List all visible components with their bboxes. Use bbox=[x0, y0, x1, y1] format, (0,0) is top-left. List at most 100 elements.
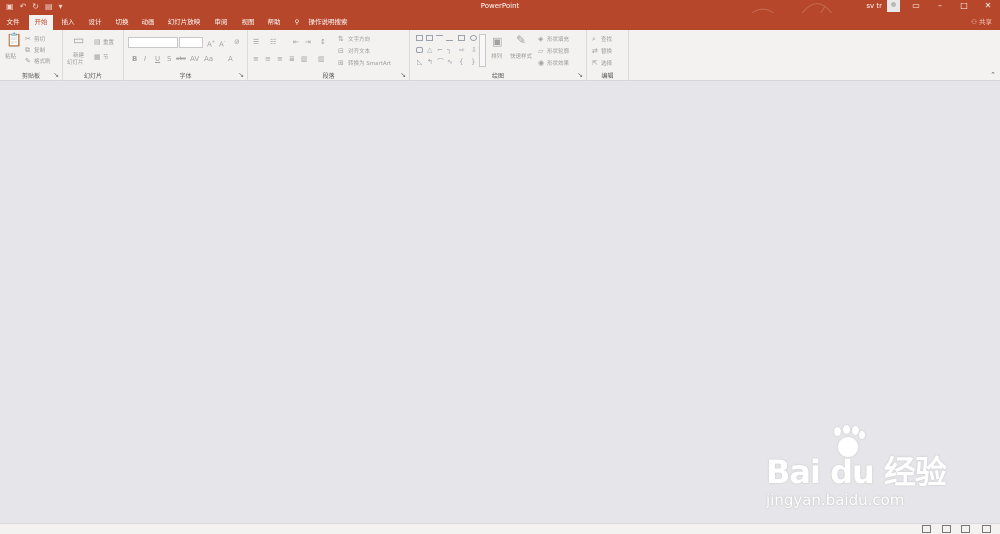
shadow-icon[interactable]: S bbox=[167, 55, 171, 63]
cut-icon[interactable]: ✂ bbox=[25, 35, 31, 43]
align-text-button[interactable]: 对齐文本 bbox=[348, 47, 370, 55]
format-painter-icon[interactable]: ✎ bbox=[25, 57, 31, 65]
align-text-icon[interactable]: ⊟ bbox=[338, 47, 344, 55]
ribbon-display-icon[interactable]: ▭ bbox=[904, 0, 928, 13]
font-color-icon[interactable]: A bbox=[228, 55, 233, 63]
tab-home[interactable]: 开始 bbox=[29, 15, 53, 30]
close-icon[interactable]: ✕ bbox=[976, 0, 1000, 13]
tab-animations[interactable]: 动画 bbox=[137, 15, 159, 30]
tab-design[interactable]: 设计 bbox=[84, 15, 106, 30]
user-name[interactable]: sv tr bbox=[866, 0, 882, 13]
replace-button[interactable]: 替换 bbox=[601, 47, 612, 55]
maximize-icon[interactable]: □ bbox=[952, 0, 976, 13]
right-brace-shape-icon[interactable]: } bbox=[471, 58, 475, 66]
paragraph-launcher-icon[interactable]: ↘ bbox=[400, 71, 406, 79]
tab-transitions[interactable]: 切换 bbox=[111, 15, 133, 30]
tell-me-search[interactable]: 操作说明搜索 bbox=[305, 15, 351, 30]
find-icon[interactable]: ⌕ bbox=[592, 35, 596, 43]
char-spacing-icon[interactable]: AV bbox=[190, 55, 199, 63]
rounded-rect-shape-icon[interactable] bbox=[416, 47, 423, 53]
reading-view-icon[interactable] bbox=[961, 525, 970, 533]
tab-insert[interactable]: 插入 bbox=[57, 15, 79, 30]
avatar[interactable] bbox=[887, 0, 900, 12]
section-icon[interactable]: ▦ bbox=[94, 53, 101, 61]
drawing-launcher-icon[interactable]: ↘ bbox=[577, 71, 583, 79]
new-slide-icon[interactable]: ▭ bbox=[73, 34, 84, 47]
line-spacing-icon[interactable]: ↕ bbox=[320, 38, 326, 46]
freeform-shape-icon[interactable]: ◺ bbox=[417, 58, 422, 66]
copy-icon[interactable]: ⧉ bbox=[25, 46, 30, 54]
quick-styles-icon[interactable]: ✎ bbox=[516, 34, 526, 46]
down-arrow-shape-icon[interactable]: ⇩ bbox=[471, 46, 477, 54]
font-size-input[interactable] bbox=[179, 37, 203, 48]
normal-view-icon[interactable] bbox=[922, 525, 931, 533]
font-name-input[interactable] bbox=[128, 37, 178, 48]
change-case-icon[interactable]: Aa bbox=[204, 55, 213, 63]
tab-file[interactable]: 文件 bbox=[2, 15, 24, 30]
arrange-button[interactable]: 排列 bbox=[491, 52, 502, 60]
convert-smartart-button[interactable]: 转换为 SmartArt bbox=[348, 59, 391, 67]
slideshow-view-icon[interactable] bbox=[982, 525, 991, 533]
distributed-icon[interactable]: ▥ bbox=[301, 55, 308, 63]
numbering-icon[interactable]: ☷ bbox=[270, 38, 276, 46]
tab-view[interactable]: 视图 bbox=[237, 15, 259, 30]
find-button[interactable]: 查找 bbox=[601, 35, 612, 43]
increase-font-icon[interactable]: A+ bbox=[207, 38, 215, 48]
clear-format-icon[interactable]: ⊘ bbox=[234, 38, 240, 46]
reset-button[interactable]: 重置 bbox=[103, 38, 114, 46]
replace-icon[interactable]: ⇄ bbox=[592, 47, 598, 55]
bold-icon[interactable]: B bbox=[132, 55, 137, 63]
curved-connector-shape-icon[interactable]: ↰ bbox=[427, 58, 433, 66]
shape-outline-icon[interactable]: ▱ bbox=[538, 47, 543, 55]
increase-indent-icon[interactable]: ⇥ bbox=[305, 38, 311, 46]
new-slide-label-2[interactable]: 幻灯片 bbox=[67, 58, 84, 66]
format-painter-button[interactable]: 格式刷 bbox=[34, 57, 51, 65]
strikethrough-icon[interactable]: abc bbox=[176, 55, 186, 63]
collapse-ribbon-icon[interactable]: ⌃ bbox=[990, 71, 996, 79]
shape-outline-button[interactable]: 形状轮廓 bbox=[547, 47, 569, 55]
justify-icon[interactable]: ≣ bbox=[289, 55, 295, 63]
left-brace-shape-icon[interactable]: { bbox=[459, 58, 463, 66]
textbox-shape-icon[interactable] bbox=[416, 35, 423, 41]
align-right-icon[interactable]: ≡ bbox=[277, 55, 283, 63]
decrease-font-icon[interactable]: A- bbox=[219, 38, 225, 48]
align-left-icon[interactable]: ≡ bbox=[253, 55, 259, 63]
shapes-gallery[interactable]: △ ⌐ ┐ ⇨ ⇩ ◺ ↰ ⌒ ∿ { } bbox=[415, 34, 487, 68]
right-arrow-shape-icon[interactable]: ⇨ bbox=[459, 46, 465, 54]
arrange-icon[interactable]: ▣ bbox=[492, 36, 502, 47]
slide-sorter-icon[interactable] bbox=[942, 525, 951, 533]
elbow-arrow-shape-icon[interactable]: ┐ bbox=[447, 46, 451, 54]
text-direction-icon[interactable]: ⇅ bbox=[338, 35, 344, 43]
align-center-icon[interactable]: ≡ bbox=[265, 55, 271, 63]
shape-effects-icon[interactable]: ◉ bbox=[538, 59, 544, 67]
oval-shape-icon[interactable] bbox=[470, 35, 477, 41]
text-direction-button[interactable]: 文字方向 bbox=[348, 35, 370, 43]
minimize-icon[interactable]: – bbox=[928, 0, 952, 13]
paste-icon[interactable]: 📋 bbox=[6, 34, 22, 48]
shape-fill-icon[interactable]: ◈ bbox=[538, 35, 543, 43]
curve-shape-icon[interactable]: ∿ bbox=[447, 58, 453, 66]
line-shape-icon[interactable] bbox=[436, 35, 443, 41]
tab-help[interactable]: 帮助 bbox=[263, 15, 285, 30]
shape-effects-button[interactable]: 形状效果 bbox=[547, 59, 569, 67]
font-launcher-icon[interactable]: ↘ bbox=[238, 71, 244, 79]
reset-icon[interactable]: ▤ bbox=[94, 38, 101, 46]
copy-button[interactable]: 复制 bbox=[34, 46, 45, 54]
cut-button[interactable]: 剪切 bbox=[34, 35, 45, 43]
arc-shape-icon[interactable]: ⌒ bbox=[437, 58, 444, 66]
bullets-icon[interactable]: ☰ bbox=[253, 38, 259, 46]
italic-icon[interactable]: I bbox=[144, 55, 146, 63]
shapes-gallery-scroll[interactable] bbox=[479, 34, 486, 67]
arrow-line-shape-icon[interactable] bbox=[446, 35, 453, 41]
select-button[interactable]: 选择 bbox=[601, 59, 612, 67]
section-button[interactable]: 节 bbox=[103, 53, 109, 61]
underline-icon[interactable]: U bbox=[155, 55, 160, 63]
select-icon[interactable]: ⇱ bbox=[592, 59, 598, 67]
vertical-textbox-shape-icon[interactable] bbox=[426, 35, 433, 41]
triangle-shape-icon[interactable]: △ bbox=[427, 46, 432, 54]
decrease-indent-icon[interactable]: ⇤ bbox=[293, 38, 299, 46]
smartart-icon[interactable]: ⊞ bbox=[338, 59, 344, 67]
paste-button[interactable]: 粘贴 bbox=[5, 52, 16, 60]
clipboard-launcher-icon[interactable]: ↘ bbox=[53, 71, 59, 79]
quick-styles-button[interactable]: 快速样式 bbox=[510, 52, 532, 60]
